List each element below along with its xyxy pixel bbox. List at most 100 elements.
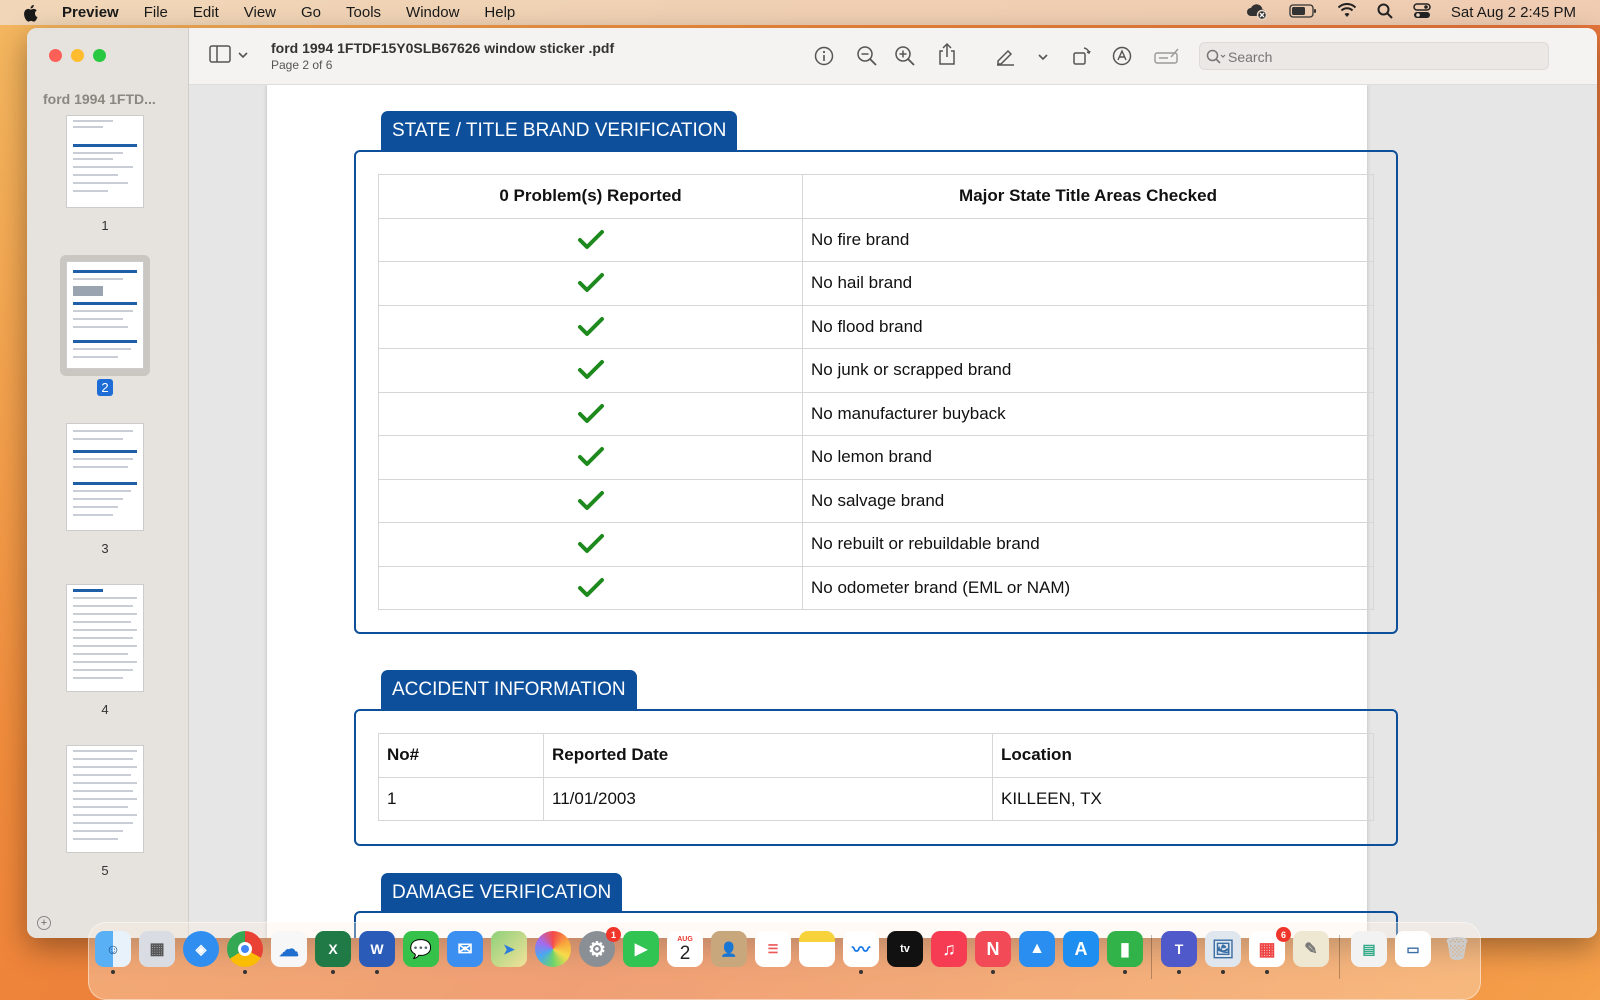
mail-icon[interactable]: ✉ xyxy=(447,931,483,967)
fullscreen-button[interactable] xyxy=(93,49,106,62)
page-indicator: Page 2 of 6 xyxy=(271,58,333,72)
control-center-icon[interactable] xyxy=(1413,2,1431,23)
calendar-icon[interactable]: AUG 2 xyxy=(667,931,703,967)
add-page-icon[interactable]: + xyxy=(37,916,51,930)
menubar-clock[interactable]: Sat Aug 2 2:45 PM xyxy=(1451,4,1576,21)
brand-col-areas: Major State Title Areas Checked xyxy=(802,174,1374,219)
maps-icon[interactable]: ➤ xyxy=(491,931,527,967)
news-icon[interactable]: N xyxy=(975,931,1011,967)
brand-section-title: STATE / TITLE BRAND VERIFICATION xyxy=(381,111,738,151)
preview-icon[interactable]: 🖼 xyxy=(1205,931,1241,967)
page-number-5: 5 xyxy=(101,863,109,878)
close-button[interactable] xyxy=(49,49,62,62)
keynote-icon[interactable]: ▲ xyxy=(1019,931,1055,967)
toolbar: ford 1994 1FTDF15Y0SLB67626 window stick… xyxy=(189,28,1597,85)
accident-section-box: No# Reported Date Location 1 11/01/2003 … xyxy=(354,709,1398,846)
checkmark-icon xyxy=(577,403,604,423)
form-fill-icon[interactable] xyxy=(1154,45,1179,67)
page-thumbnail-4[interactable] xyxy=(66,584,144,692)
messages-icon[interactable]: 💬 xyxy=(403,931,439,967)
markup-dropdown-chevron-icon[interactable] xyxy=(1037,50,1059,72)
system-settings-icon[interactable]: ⚙ 1 xyxy=(579,927,621,967)
markup-pen-icon[interactable] xyxy=(994,45,1016,67)
search-field[interactable] xyxy=(1199,42,1549,70)
brand-area-label: No salvage brand xyxy=(802,478,1374,523)
microsoft-office-icon[interactable]: ▦ 6 xyxy=(1249,927,1291,967)
numbers-icon[interactable]: ▮ xyxy=(1107,931,1143,967)
downloads-stack-icon[interactable]: ▤ xyxy=(1351,931,1387,967)
app-store-icon[interactable]: A xyxy=(1063,931,1099,967)
brand-col-problems: 0 Problem(s) Reported xyxy=(378,174,803,219)
accident-location-cell: KILLEEN, TX xyxy=(992,776,1374,821)
accident-no-cell: 1 xyxy=(378,776,544,821)
check-cell xyxy=(378,522,803,567)
check-cell xyxy=(378,391,803,436)
onedrive-icon[interactable]: ☁ xyxy=(271,931,307,967)
page-number-4: 4 xyxy=(101,702,109,717)
music-icon[interactable]: ♫ xyxy=(931,931,967,967)
document-stack-icon[interactable]: ▭ xyxy=(1395,931,1431,967)
spotlight-search-icon[interactable] xyxy=(1377,3,1393,23)
menu-edit[interactable]: Edit xyxy=(193,4,219,21)
menu-window[interactable]: Window xyxy=(406,4,459,21)
share-icon[interactable] xyxy=(937,42,959,65)
cloud-sync-icon[interactable] xyxy=(1245,2,1269,24)
excel-icon[interactable]: X xyxy=(315,931,351,967)
chevron-down-icon[interactable] xyxy=(237,48,259,70)
brand-table: 0 Problem(s) Reported Major State Title … xyxy=(378,174,1374,610)
menu-view[interactable]: View xyxy=(244,4,276,21)
menu-file[interactable]: File xyxy=(144,4,168,21)
accident-col-no: No# xyxy=(378,733,544,778)
menu-help[interactable]: Help xyxy=(484,4,515,21)
script-editor-icon[interactable]: ✎ xyxy=(1293,931,1329,967)
facetime-icon[interactable]: ▶ xyxy=(623,931,659,967)
zoom-in-icon[interactable] xyxy=(894,45,916,67)
notes-icon[interactable] xyxy=(799,931,835,967)
markup-circle-icon[interactable] xyxy=(1111,45,1133,67)
safari-icon[interactable]: ◈ xyxy=(183,931,219,967)
damage-section-title: DAMAGE VERIFICATION xyxy=(381,873,623,913)
sidebar-toggle-icon[interactable] xyxy=(209,45,231,67)
dock: ☺ ▦ ◈ ☁ X W 💬 ✉ ➤ ⚙ 1 ▶ AUG 2 👤 ☰ 〰 tv ♫ … xyxy=(88,922,1481,1000)
apple-icon[interactable] xyxy=(22,4,40,22)
accident-section-title: ACCIDENT INFORMATION xyxy=(381,670,637,710)
menu-go[interactable]: Go xyxy=(301,4,321,21)
menu-app-preview[interactable]: Preview xyxy=(62,4,119,21)
photos-icon[interactable] xyxy=(535,931,571,967)
word-icon[interactable]: W xyxy=(359,931,395,967)
menu-bar: Preview File Edit View Go Tools Window H… xyxy=(0,0,1600,25)
wifi-icon[interactable] xyxy=(1337,3,1357,22)
battery-icon[interactable] xyxy=(1289,3,1317,22)
pdf-page: STATE / TITLE BRAND VERIFICATION 0 Probl… xyxy=(267,85,1398,938)
chrome-icon[interactable] xyxy=(227,931,263,967)
page-thumbnail-3[interactable] xyxy=(66,423,144,531)
page-thumbnail-5[interactable] xyxy=(66,745,144,853)
freeform-icon[interactable]: 〰 xyxy=(843,931,879,967)
minimize-button[interactable] xyxy=(71,49,84,62)
teams-icon[interactable]: T xyxy=(1161,931,1197,967)
launchpad-icon[interactable]: ▦ xyxy=(139,931,175,967)
reminders-icon[interactable]: ☰ xyxy=(755,931,791,967)
page-thumbnail-2[interactable] xyxy=(66,261,144,369)
info-icon[interactable] xyxy=(813,45,835,67)
brand-area-label: No rebuilt or rebuildable brand xyxy=(802,522,1374,567)
menu-tools[interactable]: Tools xyxy=(346,4,381,21)
check-cell xyxy=(378,478,803,523)
rotate-icon[interactable] xyxy=(1071,45,1093,67)
page-thumbnail-1[interactable] xyxy=(66,115,144,208)
table-row: No salvage brand xyxy=(378,478,1374,523)
search-input[interactable] xyxy=(1228,47,1528,67)
accident-col-date: Reported Date xyxy=(543,733,993,778)
trash-icon[interactable]: 🗑 xyxy=(1439,931,1475,967)
checkmark-icon xyxy=(577,577,604,597)
contacts-icon[interactable]: 👤 xyxy=(711,931,747,967)
calendar-day: 2 xyxy=(679,942,691,964)
apple-tv-icon[interactable]: tv xyxy=(887,931,923,967)
finder-icon[interactable]: ☺ xyxy=(95,931,131,967)
document-view[interactable]: STATE / TITLE BRAND VERIFICATION 0 Probl… xyxy=(189,85,1597,938)
page-number-1: 1 xyxy=(101,218,109,233)
zoom-out-icon[interactable] xyxy=(856,45,878,67)
accident-table: No# Reported Date Location 1 11/01/2003 … xyxy=(378,733,1374,821)
checkmark-icon xyxy=(577,490,604,510)
check-cell xyxy=(378,565,803,610)
